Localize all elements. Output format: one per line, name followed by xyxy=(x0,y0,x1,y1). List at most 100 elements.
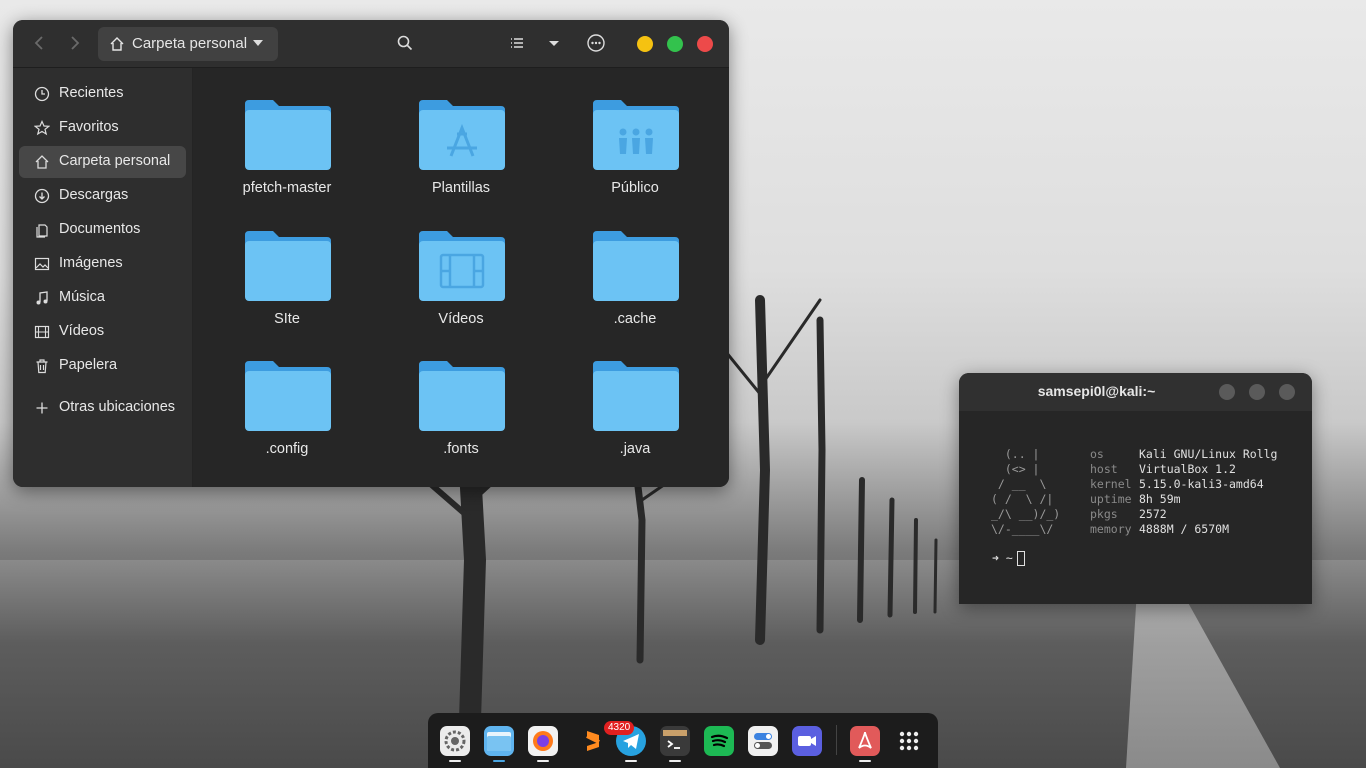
home-icon xyxy=(35,155,49,169)
pdf-icon xyxy=(858,731,872,749)
ascii-art-line: _/\ __)/_) xyxy=(991,507,1061,521)
sidebar-item-label: Recientes xyxy=(59,85,124,101)
view-options-chevron-icon[interactable] xyxy=(544,33,564,53)
back-button[interactable] xyxy=(29,32,51,54)
folder-name: SIte xyxy=(274,311,300,327)
ascii-art-line: (.. | xyxy=(991,447,1040,461)
running-indicator xyxy=(493,760,505,762)
sidebar-item-label: Favoritos xyxy=(59,119,119,135)
folder-item[interactable]: .cache xyxy=(560,229,710,349)
info-value: VirtualBox 1.2 xyxy=(1139,462,1236,476)
running-indicator xyxy=(449,760,461,762)
folder-item[interactable]: .config xyxy=(212,359,362,479)
sidebar-item-label: Descargas xyxy=(59,187,129,203)
folder-name: .config xyxy=(265,441,309,457)
terminal-icon xyxy=(663,730,687,749)
folder-item[interactable]: Vídeos xyxy=(386,229,536,349)
sidebar-item-favoritos[interactable]: Favoritos xyxy=(19,112,186,144)
folder-item[interactable]: Público xyxy=(560,98,710,218)
shell-prompt: ➜ ~ xyxy=(992,551,1025,566)
info-key: memory xyxy=(1090,522,1132,536)
chevron-right-icon xyxy=(71,36,80,50)
maximize-button[interactable] xyxy=(667,36,683,52)
telegram-app-icon[interactable]: 4320 xyxy=(604,721,646,762)
settings-app-icon[interactable] xyxy=(440,726,470,762)
minimize-button[interactable] xyxy=(637,36,653,52)
menu-more-icon[interactable] xyxy=(586,33,606,53)
text-cursor xyxy=(1016,551,1025,566)
chevron-left-icon xyxy=(34,36,43,50)
terminal-app-icon[interactable] xyxy=(660,726,690,762)
folder-name: Público xyxy=(611,180,659,196)
running-indicator xyxy=(537,760,549,762)
firefox-icon xyxy=(533,731,553,751)
sidebar-item-label: Música xyxy=(59,289,105,305)
folder-icon xyxy=(419,361,505,431)
terminal-header-bar: samsepi0l@kali:~ xyxy=(959,373,1312,411)
firefox-app-icon[interactable] xyxy=(528,726,558,762)
path-bar-button[interactable]: Carpeta personal xyxy=(98,27,278,61)
plus-icon xyxy=(36,402,48,414)
search-icon[interactable] xyxy=(395,33,415,53)
spotify-app-icon[interactable] xyxy=(704,726,734,756)
tweaks-app-icon[interactable] xyxy=(748,726,778,756)
image-icon xyxy=(34,257,50,271)
folder-item[interactable]: .fonts xyxy=(386,359,536,479)
folder-item[interactable]: .java xyxy=(560,359,710,479)
sidebar-item-descargas[interactable]: Descargas xyxy=(19,180,186,212)
sidebar-item-carpeta-personal[interactable]: Carpeta personal xyxy=(19,146,186,178)
folder-item[interactable]: Plantillas xyxy=(386,98,536,218)
folder-icon xyxy=(419,231,505,301)
folder-name: Plantillas xyxy=(431,180,491,196)
running-indicator xyxy=(625,760,637,762)
folder-icon xyxy=(487,732,511,751)
star-icon xyxy=(34,120,50,136)
toggle-switches-icon xyxy=(754,733,772,749)
info-key: os xyxy=(1090,447,1104,461)
sidebar-item-papelera[interactable]: Papelera xyxy=(19,350,186,382)
info-value: 8h 59m xyxy=(1139,492,1181,506)
folder-icon xyxy=(245,231,331,301)
terminal-output[interactable]: (.. | (<> | / __ \ ( / \ /| _/\ __)/_) \… xyxy=(959,411,1312,604)
video-camera-icon xyxy=(798,736,816,746)
terminal-close-button[interactable] xyxy=(1279,384,1295,400)
pdf-app-icon[interactable] xyxy=(850,726,880,762)
ascii-art-line: / __ \ xyxy=(991,477,1047,491)
music-icon xyxy=(36,291,48,305)
folder-icon xyxy=(593,231,679,301)
close-button[interactable] xyxy=(697,36,713,52)
folder-icon xyxy=(245,100,331,170)
zoom-app-icon[interactable] xyxy=(792,726,822,756)
sidebar-item-videos[interactable]: Vídeos xyxy=(19,316,186,348)
folder-icon xyxy=(245,361,331,431)
chevron-down-icon xyxy=(253,40,263,46)
sidebar-item-label: Vídeos xyxy=(59,323,105,339)
folder-icon xyxy=(593,100,679,170)
folder-icon xyxy=(419,100,505,170)
list-view-icon[interactable] xyxy=(507,33,527,53)
prompt-text: ➜ ~ xyxy=(992,551,1013,565)
info-key: uptime xyxy=(1090,492,1132,506)
document-icon xyxy=(36,224,48,238)
header-bar: Carpeta personal xyxy=(13,20,729,68)
sidebar-item-imagenes[interactable]: Imágenes xyxy=(19,248,186,280)
sidebar-item-musica[interactable]: Música xyxy=(19,282,186,314)
sidebar-item-recientes[interactable]: Recientes xyxy=(19,78,186,110)
sidebar-item-label: Documentos xyxy=(59,221,141,237)
terminal-minimize-button[interactable] xyxy=(1219,384,1235,400)
sidebar-item-label: Papelera xyxy=(59,357,118,373)
terminal-maximize-button[interactable] xyxy=(1249,384,1265,400)
files-app-icon[interactable] xyxy=(484,726,514,762)
people-icon xyxy=(619,128,653,154)
folder-item[interactable]: SIte xyxy=(212,229,362,349)
sidebar-item-otras-ubicaciones[interactable]: Otras ubicaciones xyxy=(19,392,186,424)
info-value: 2572 xyxy=(1139,507,1167,521)
notification-badge: 4320 xyxy=(604,721,635,735)
folder-grid: pfetch-master Plantillas Público SIte Ví… xyxy=(193,68,729,487)
app-grid-icon[interactable] xyxy=(894,726,924,756)
forward-button[interactable] xyxy=(63,32,85,54)
folder-name: .fonts xyxy=(443,441,479,457)
sidebar-item-documentos[interactable]: Documentos xyxy=(19,214,186,246)
folder-item[interactable]: pfetch-master xyxy=(212,98,362,218)
path-label: Carpeta personal xyxy=(132,35,248,52)
